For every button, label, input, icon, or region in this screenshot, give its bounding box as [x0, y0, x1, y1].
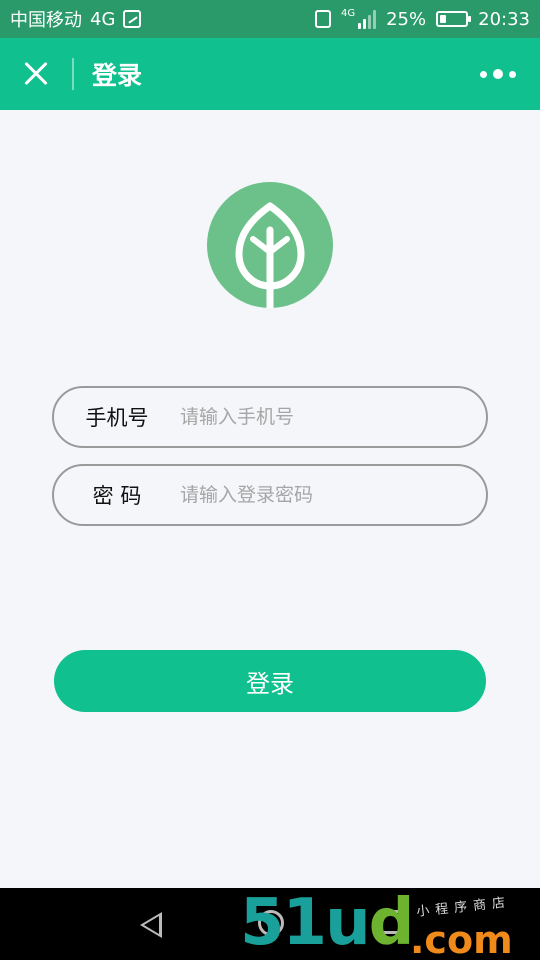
carrier-name: 中国移动: [10, 10, 82, 31]
status-right: 4G 25% 20:33: [314, 8, 530, 30]
status-left: 中国移动 4G: [10, 6, 142, 32]
password-input[interactable]: [180, 466, 486, 524]
password-label: 密 码: [92, 484, 142, 508]
nav-bar: 登录: [0, 38, 540, 110]
close-icon[interactable]: [20, 58, 52, 90]
phone-label: 手机号: [85, 406, 149, 430]
recent-apps-icon[interactable]: [378, 910, 402, 934]
app-logo: [207, 182, 333, 308]
image-notification-icon: [123, 10, 142, 28]
battery-fill: [440, 15, 447, 23]
battery-percent: 25%: [386, 8, 427, 30]
more-dots-icon[interactable]: [476, 63, 520, 85]
signal-network-label: 4G: [340, 8, 356, 19]
home-icon[interactable]: [258, 910, 284, 936]
battery-icon: [436, 11, 472, 27]
clock: 20:33: [478, 8, 530, 30]
network-type: 4G: [90, 8, 116, 30]
nav-divider: [72, 58, 74, 90]
system-nav-bar: [0, 888, 540, 960]
login-button[interactable]: 登录: [54, 650, 486, 712]
page-title: 登录: [92, 61, 143, 90]
leaf-icon: [235, 202, 305, 308]
password-field: 密 码: [52, 464, 488, 526]
status-bar: 中国移动 4G 4G 25% 20:33: [0, 0, 540, 38]
phone-field: 手机号: [52, 386, 488, 448]
phone-input[interactable]: [180, 388, 486, 446]
vibrate-icon: [314, 10, 331, 28]
signal-strength-icon: [358, 9, 377, 29]
back-icon[interactable]: [140, 912, 162, 938]
signal-group: 4G: [340, 8, 377, 29]
